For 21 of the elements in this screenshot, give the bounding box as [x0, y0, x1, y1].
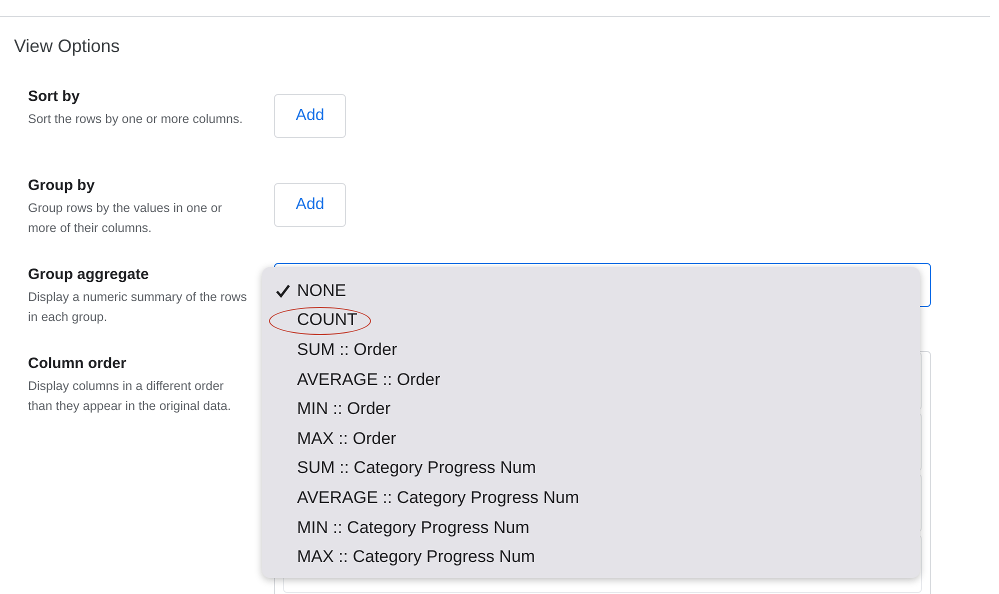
dropdown-option[interactable]: NONE — [297, 280, 346, 301]
option-title: Group aggregate — [28, 266, 150, 283]
dropdown-option[interactable]: MIN :: Category Progress Num — [297, 518, 530, 538]
option-title: Column order — [28, 355, 128, 372]
option-title: Sort by — [28, 88, 81, 105]
dropdown-option[interactable]: AVERAGE :: Category Progress Num — [297, 488, 580, 508]
dropdown-option[interactable]: COUNT — [297, 310, 358, 330]
dropdown-option[interactable]: AVERAGE :: Order — [297, 370, 440, 390]
option-title: Group by — [28, 177, 96, 194]
add-button[interactable]: Add — [274, 183, 346, 227]
add-button[interactable]: Add — [274, 94, 346, 138]
dropdown-option[interactable]: SUM :: Order — [297, 340, 398, 360]
option-description: Display columns in a different order than they appear in the original data. — [28, 378, 232, 415]
dropdown-option[interactable]: MIN :: Order — [297, 399, 391, 420]
option-description: Display a numeric summary of the rows in each group. — [28, 289, 248, 326]
dropdown-option[interactable]: SUM :: Category Progress Num — [297, 458, 536, 478]
option-description: Sort the rows by one or more columns. — [28, 111, 244, 128]
dropdown-option[interactable]: MAX :: Order — [297, 428, 396, 449]
option-description: Group rows by the values in one or more of their columns. — [28, 200, 223, 237]
section-title: View Options — [14, 36, 120, 57]
dropdown-option[interactable]: MAX :: Category Progress Num — [297, 547, 536, 568]
